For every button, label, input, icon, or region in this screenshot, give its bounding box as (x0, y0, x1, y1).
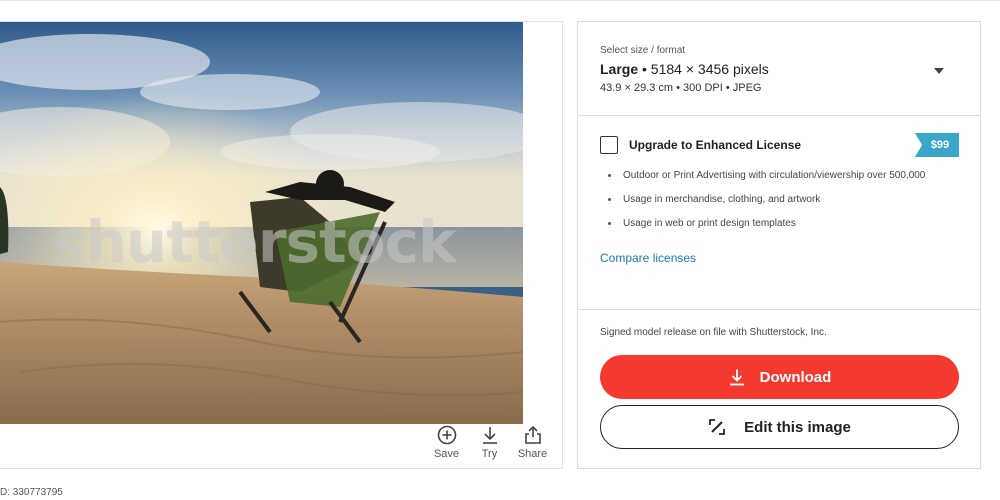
image-id: D: 330773795 (0, 487, 63, 498)
price-badge: $99 (915, 133, 959, 157)
image-preview-panel: shutterstock Save Try Share (0, 21, 563, 469)
preview-photo[interactable]: shutterstock (0, 22, 523, 424)
size-caption: Select size / format (600, 45, 686, 56)
download-label: Download (759, 368, 832, 386)
chevron-down-icon[interactable] (934, 68, 944, 74)
license-feature-list: Outdoor or Print Advertising with circul… (608, 169, 925, 241)
share-icon (524, 425, 541, 444)
save-button[interactable]: Save (425, 424, 468, 464)
download-icon (729, 369, 744, 386)
list-item: Usage in web or print design templates (608, 217, 925, 241)
top-divider (0, 0, 1000, 1)
purchase-panel: Select size / format Large • 5184 × 3456… (577, 21, 981, 469)
edit-image-button[interactable]: Edit this image (600, 405, 959, 449)
size-format-selector[interactable]: Select size / format Large • 5184 × 3456… (578, 22, 980, 116)
compare-licenses-link[interactable]: Compare licenses (600, 251, 696, 265)
try-label: Try (481, 448, 498, 460)
download-button[interactable]: Download (600, 355, 959, 399)
size-pixels: • 5184 × 3456 pixels (642, 61, 769, 77)
edit-image-icon (709, 419, 726, 435)
image-action-bar: Save Try Share (425, 424, 554, 464)
license-title: Upgrade to Enhanced License (629, 138, 802, 152)
plus-circle-icon (437, 425, 456, 445)
size-details: 43.9 × 29.3 cm • 300 DPI • JPEG (600, 82, 762, 94)
share-button[interactable]: Share (511, 424, 554, 464)
share-label: Share (517, 448, 548, 460)
list-item: Outdoor or Print Advertising with circul… (608, 169, 925, 193)
save-label: Save (433, 448, 460, 460)
download-arrow-icon (482, 427, 497, 444)
edit-label: Edit this image (744, 418, 851, 436)
selected-size: Large • 5184 × 3456 pixels (600, 61, 958, 77)
watermark-text: shutterstock (52, 208, 457, 276)
size-name: Large (600, 61, 639, 77)
enhanced-license-section: Upgrade to Enhanced License $99 Outdoor … (578, 117, 980, 310)
model-release-text: Signed model release on file with Shutte… (600, 327, 827, 338)
list-item: Usage in merchandise, clothing, and artw… (608, 193, 925, 217)
enhanced-license-checkbox[interactable] (600, 136, 618, 154)
try-button[interactable]: Try (468, 424, 511, 464)
